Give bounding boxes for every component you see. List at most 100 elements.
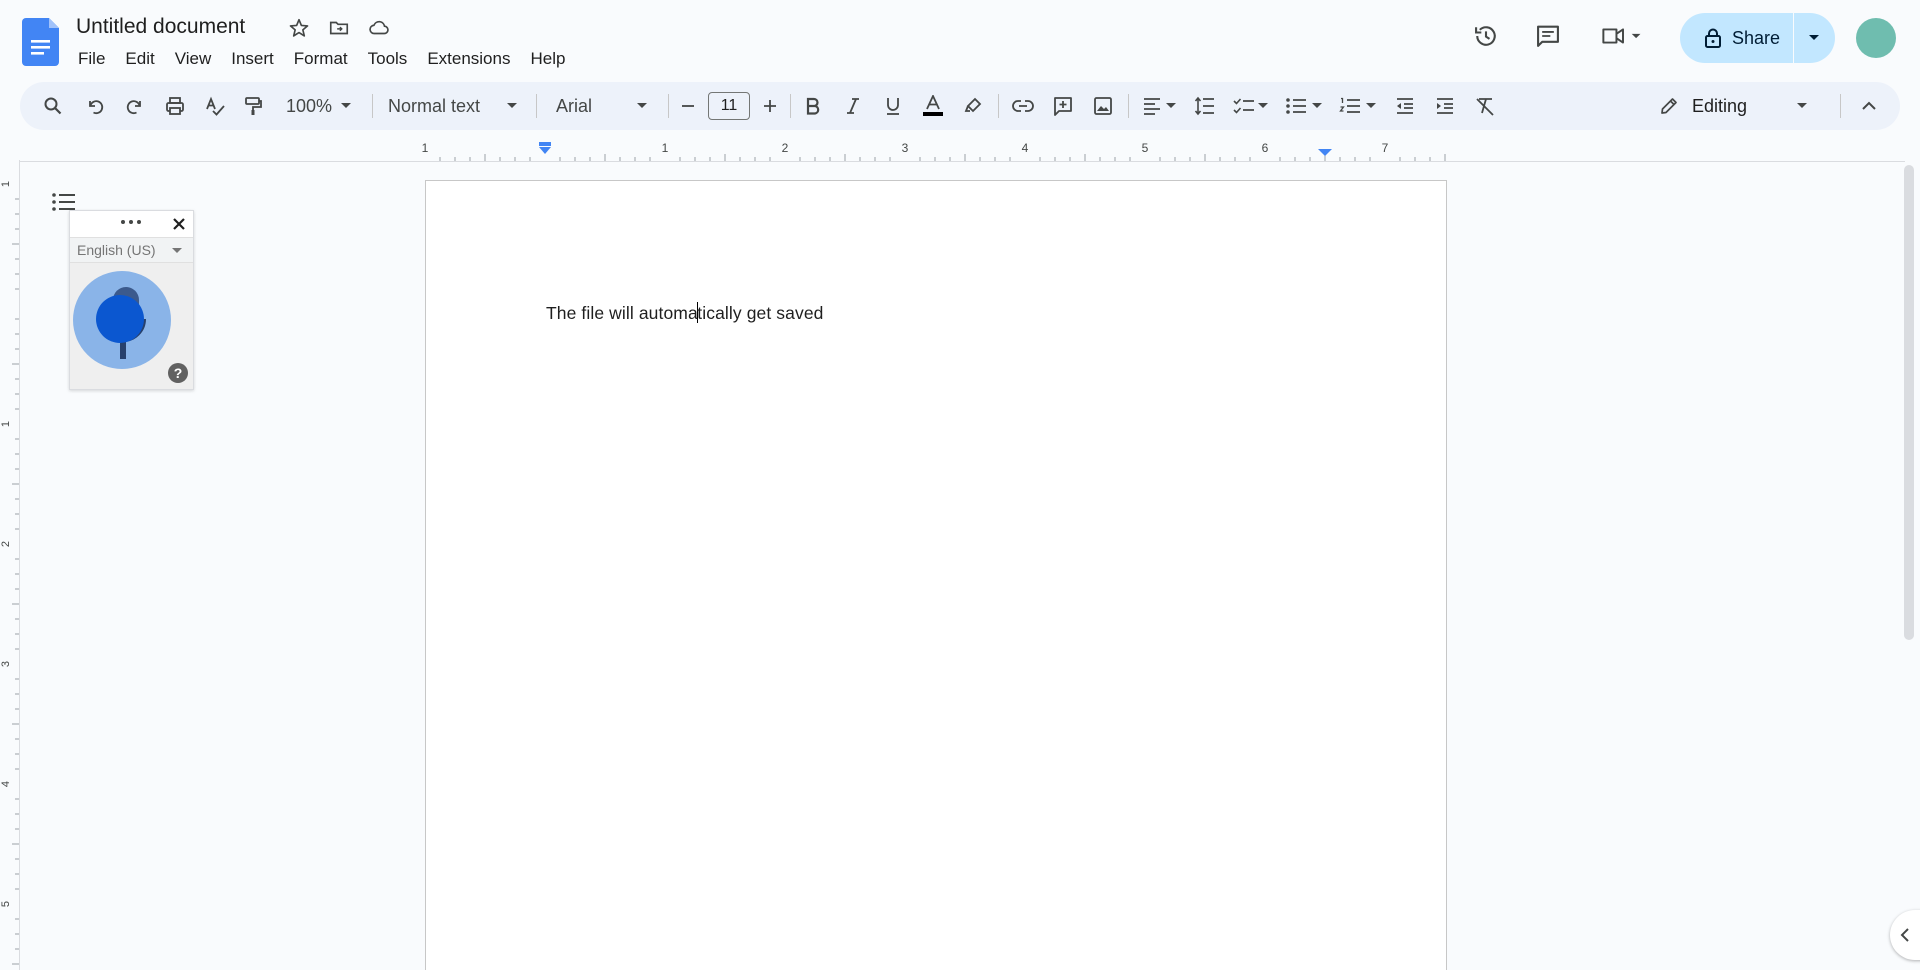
numbered-list-icon[interactable] — [1336, 82, 1364, 130]
collapse-toolbar-chevron-up-icon[interactable] — [1856, 82, 1882, 130]
style-chevron-down-icon[interactable] — [504, 82, 520, 130]
docs-logo-icon[interactable] — [22, 18, 62, 66]
print-icon[interactable] — [160, 82, 190, 130]
undo-icon[interactable] — [80, 82, 110, 130]
ruler-label: 7 — [1382, 141, 1389, 155]
menu-view[interactable]: View — [165, 44, 222, 74]
toolbar-divider — [536, 94, 537, 118]
zoom-chevron-down-icon[interactable] — [338, 82, 354, 130]
title-bar: Untitled document File Edit View Insert … — [0, 0, 1920, 80]
menu-file[interactable]: File — [68, 44, 115, 74]
line-spacing-icon[interactable] — [1190, 82, 1220, 130]
numbered-list-chevron-down-icon[interactable] — [1364, 82, 1378, 130]
font-select[interactable]: Arial — [556, 82, 636, 130]
comments-icon[interactable] — [1530, 18, 1566, 54]
toolbar: 100% Normal text Arial 11 Editing — [20, 82, 1900, 130]
help-icon[interactable]: ? — [168, 363, 188, 383]
ruler-labels: 1 1 2 3 4 5 6 7 — [422, 141, 1389, 155]
move-folder-icon[interactable] — [327, 16, 351, 40]
voice-typing-header[interactable] — [70, 211, 193, 237]
text-color-icon[interactable] — [918, 82, 948, 130]
vruler-label: 5 — [0, 901, 12, 907]
font-size-input[interactable]: 11 — [708, 92, 750, 120]
cloud-saved-icon[interactable] — [367, 16, 391, 40]
decrease-indent-icon[interactable] — [1390, 82, 1420, 130]
vruler-label: 1 — [0, 181, 12, 187]
italic-icon[interactable] — [838, 82, 868, 130]
microphone-button[interactable] — [73, 271, 171, 369]
chevron-left-icon — [1900, 928, 1909, 942]
bulleted-list-icon[interactable] — [1282, 82, 1310, 130]
menu-bar: File Edit View Insert Format Tools Exten… — [68, 44, 575, 74]
bold-icon[interactable] — [798, 82, 828, 130]
increase-indent-icon[interactable] — [1430, 82, 1460, 130]
redo-icon[interactable] — [120, 82, 150, 130]
highlight-color-icon[interactable] — [958, 82, 988, 130]
menu-insert[interactable]: Insert — [221, 44, 284, 74]
language-label: English (US) — [77, 242, 156, 258]
language-select[interactable]: English (US) — [70, 237, 193, 263]
ruler-label: 1 — [662, 141, 669, 155]
toolbar-divider — [1840, 94, 1841, 118]
toolbar-divider — [372, 94, 373, 118]
text-after-cursor: tically get saved — [697, 303, 824, 323]
language-chevron-down-icon — [172, 248, 182, 253]
vruler-label: 3 — [0, 661, 12, 667]
version-history-icon[interactable] — [1468, 18, 1504, 54]
vertical-scrollbar[interactable] — [1904, 165, 1914, 640]
microphone-icon — [96, 287, 146, 359]
left-indent-marker-icon[interactable] — [539, 142, 551, 154]
share-main[interactable]: Share — [1680, 13, 1794, 63]
spell-check-icon[interactable] — [200, 82, 230, 130]
share-dropdown-chevron-icon[interactable] — [1794, 13, 1834, 63]
document-title[interactable]: Untitled document — [76, 13, 245, 41]
menu-help[interactable]: Help — [520, 44, 575, 74]
lock-icon — [1704, 28, 1722, 48]
menu-tools[interactable]: Tools — [358, 44, 418, 74]
vertical-ruler[interactable]: 1 1 2 3 4 5 — [0, 160, 20, 970]
font-chevron-down-icon[interactable] — [634, 82, 650, 130]
side-panel-toggle-button[interactable] — [1890, 910, 1920, 960]
clear-formatting-icon[interactable] — [1470, 82, 1500, 130]
increase-font-size-icon[interactable] — [758, 82, 782, 130]
share-label: Share — [1732, 27, 1781, 48]
search-menus-icon[interactable] — [38, 82, 68, 130]
meet-video-icon[interactable] — [1597, 18, 1649, 54]
document-body-text[interactable]: The file will automatically get saved — [546, 302, 824, 324]
align-chevron-down-icon[interactable] — [1164, 82, 1178, 130]
align-left-icon[interactable] — [1138, 82, 1166, 130]
voice-typing-body: ? — [70, 263, 193, 389]
menu-extensions[interactable]: Extensions — [417, 44, 520, 74]
vruler-label: 1 — [0, 421, 12, 427]
paragraph-style-select[interactable]: Normal text — [388, 82, 500, 130]
menu-format[interactable]: Format — [284, 44, 358, 74]
mode-chevron-down-icon[interactable] — [1794, 82, 1810, 130]
insert-image-icon[interactable] — [1088, 82, 1118, 130]
vruler-label: 4 — [0, 781, 12, 787]
close-icon[interactable] — [172, 217, 186, 231]
toolbar-divider — [668, 94, 669, 118]
editing-mode-select[interactable]: Editing — [1692, 82, 1782, 130]
insert-link-icon[interactable] — [1008, 82, 1038, 130]
menu-edit[interactable]: Edit — [115, 44, 164, 74]
zoom-value[interactable]: 100% — [282, 82, 336, 130]
underline-icon[interactable] — [878, 82, 908, 130]
toolbar-divider — [790, 94, 791, 118]
ruler-label: 4 — [1022, 141, 1029, 155]
horizontal-ruler[interactable]: 1 1 2 3 4 5 6 7 — [0, 140, 1920, 162]
checklist-chevron-down-icon[interactable] — [1256, 82, 1270, 130]
document-page[interactable]: The file will automatically get saved — [425, 180, 1447, 970]
paint-format-icon[interactable] — [238, 82, 268, 130]
more-options-icon[interactable] — [120, 219, 142, 225]
star-icon[interactable] — [287, 16, 311, 40]
add-comment-icon[interactable] — [1048, 82, 1078, 130]
pencil-icon — [1656, 82, 1682, 130]
checklist-icon[interactable] — [1230, 82, 1258, 130]
bulleted-list-chevron-down-icon[interactable] — [1310, 82, 1324, 130]
text-before-cursor: The file will automa — [546, 303, 698, 323]
right-indent-marker-icon[interactable] — [1318, 149, 1332, 156]
share-button[interactable]: Share — [1680, 13, 1835, 63]
avatar[interactable] — [1856, 18, 1896, 58]
decrease-font-size-icon[interactable] — [676, 82, 700, 130]
vruler-label: 2 — [0, 541, 12, 547]
